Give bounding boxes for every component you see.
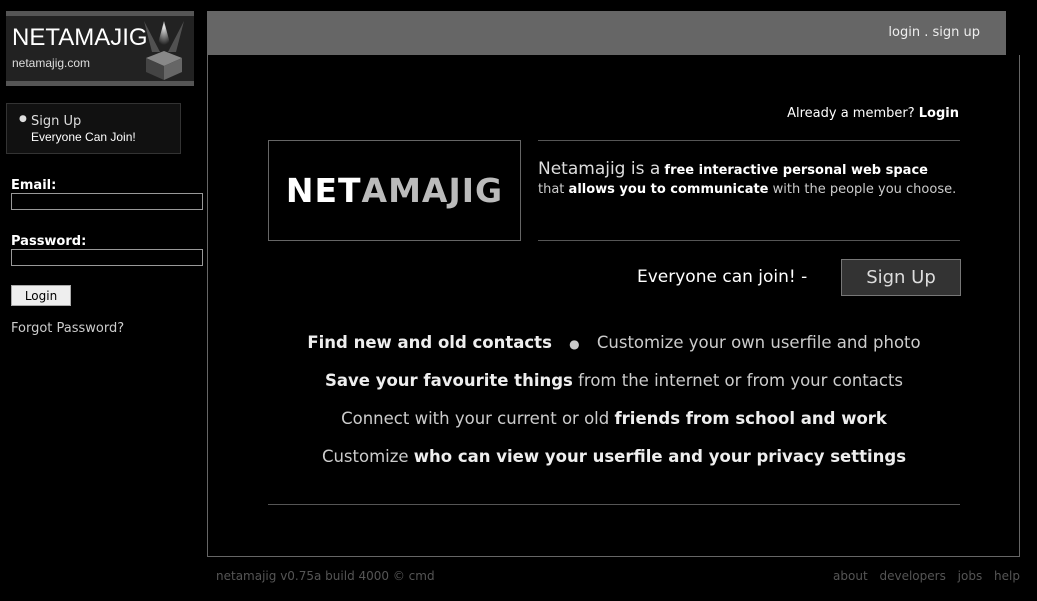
feature-bold: Find new and old contacts — [307, 333, 552, 352]
feature-line-4: Customize who can view your userfile and… — [268, 447, 960, 466]
intro-bold-1: free interactive personal web space — [664, 163, 928, 178]
footer-link-developers[interactable]: developers — [879, 569, 945, 583]
feature-bold: friends from school and work — [614, 409, 887, 428]
brand-logo-part2: AMAJIG — [361, 171, 504, 210]
forgot-password-link[interactable]: Forgot Password? — [11, 321, 124, 336]
main-content: Already a member? Login NET AMAJIG Netama… — [207, 55, 1020, 557]
footer-link-about[interactable]: about — [833, 569, 868, 583]
feature-text: Customize — [321, 447, 409, 466]
intro-bold-2: allows you to communicate — [568, 182, 769, 197]
feature-text: Connect with your current or old — [341, 409, 610, 428]
bullet-icon: ● — [569, 336, 580, 351]
top-bar: login . sign up — [207, 11, 1006, 55]
signup-box: ● Sign Up Everyone Can Join! — [6, 103, 181, 154]
footer-links: about developers jobs help — [825, 569, 1020, 583]
member-prompt-text: Already a member? — [787, 106, 915, 121]
signup-tagline: Everyone Can Join! — [31, 130, 136, 144]
divider — [538, 140, 960, 141]
divider — [538, 240, 960, 241]
brand-logo: NET AMAJIG — [268, 140, 521, 241]
site-logo[interactable]: NETAMAJIG netamajig.com — [6, 11, 194, 86]
intro-text: Netamajig is a free interactive personal… — [538, 160, 958, 199]
email-field[interactable] — [11, 193, 203, 210]
footer-link-help[interactable]: help — [994, 569, 1020, 583]
email-label: Email: — [11, 178, 57, 193]
password-label: Password: — [11, 234, 87, 249]
divider — [268, 504, 960, 505]
feature-line-1: Find new and old contacts ● Customize yo… — [268, 333, 960, 352]
signup-button[interactable]: Sign Up — [841, 259, 961, 296]
feature-line-3: Connect with your current or old friends… — [268, 409, 960, 428]
brand-logo-part1: NET — [285, 171, 362, 210]
join-text: Everyone can join! - — [637, 267, 808, 287]
password-field[interactable] — [11, 249, 203, 266]
feature-bold: Save your favourite things — [324, 371, 573, 390]
feature-text: Customize your own userfile and photo — [596, 333, 921, 352]
member-login-link[interactable]: Login — [919, 106, 959, 121]
login-button[interactable]: Login — [11, 285, 71, 306]
feature-bold: who can view your userfile and your priv… — [413, 447, 907, 466]
feature-text: from the internet or from your contacts — [578, 371, 904, 390]
sidebar-signup-link[interactable]: Sign Up — [31, 114, 81, 129]
logo-title: NETAMAJIG — [12, 24, 148, 51]
feature-line-2: Save your favourite things from the inte… — [268, 371, 960, 390]
intro-lead: Netamajig is a — [538, 159, 661, 179]
intro-mid: that — [538, 182, 565, 197]
top-auth-links: login . sign up — [888, 25, 980, 40]
member-prompt: Already a member? Login — [787, 106, 959, 121]
top-signup-link[interactable]: sign up — [933, 25, 981, 40]
footer-link-jobs[interactable]: jobs — [958, 569, 983, 583]
top-login-link[interactable]: login — [888, 25, 920, 40]
intro-end: with the people you choose. — [772, 182, 957, 197]
cube-icon — [144, 21, 184, 80]
top-separator: . — [924, 25, 929, 40]
bullet-icon: ● — [19, 114, 27, 124]
footer-version: netamajig v0.75a build 4000 © cmd — [216, 569, 435, 583]
logo-subtitle: netamajig.com — [12, 56, 91, 70]
